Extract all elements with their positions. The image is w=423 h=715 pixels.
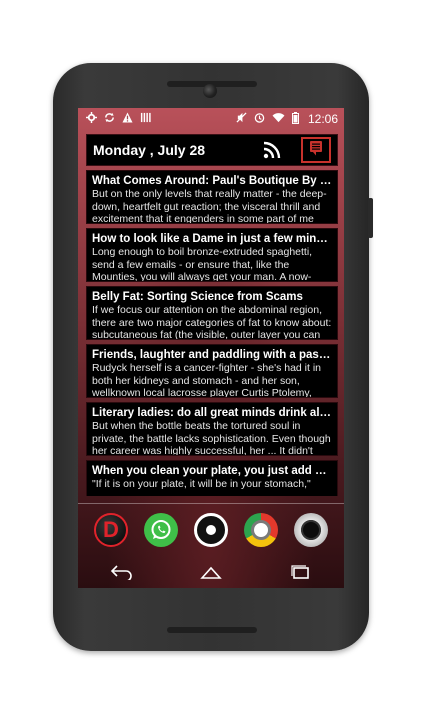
camera-icon[interactable] bbox=[294, 513, 328, 547]
news-item-body: If we focus our attention on the abdomin… bbox=[92, 304, 332, 340]
wifi-icon bbox=[272, 112, 285, 126]
dock-divider bbox=[78, 503, 344, 504]
news-item-body: But when the bottle beats the tortured s… bbox=[92, 420, 331, 456]
news-item-title: Literary ladies: do all great minds drin… bbox=[92, 407, 332, 419]
news-item-body: Long enough to boil bronze-extruded spag… bbox=[92, 246, 313, 282]
d-app-icon[interactable]: D bbox=[94, 513, 128, 547]
camera-lens bbox=[301, 520, 321, 540]
list-menu-button[interactable] bbox=[301, 137, 331, 163]
news-item-title: How to look like a Dame in just a few mi… bbox=[92, 233, 332, 245]
news-item[interactable]: What Comes Around: Paul's Boutique By Th… bbox=[86, 170, 338, 224]
news-item-title: Belly Fat: Sorting Science from Scams bbox=[92, 291, 303, 303]
rss-icon[interactable] bbox=[261, 139, 283, 161]
news-item-body: "If it is on your plate, it will be in y… bbox=[92, 478, 311, 490]
status-left-icons bbox=[86, 112, 151, 126]
news-item-body: But on the only levels that really matte… bbox=[92, 188, 327, 224]
status-bar: 12:06 bbox=[78, 108, 344, 130]
nav-bar bbox=[78, 556, 344, 588]
screen: 12:06 Monday , July 28 What Comes Around… bbox=[78, 108, 344, 588]
sync-icon bbox=[104, 112, 115, 126]
news-item-body: Rudyck herself is a cancer-fighter - she… bbox=[92, 362, 322, 398]
power-button bbox=[368, 198, 373, 238]
news-item-title: When you clean your plate, you just add … bbox=[92, 465, 332, 477]
news-item-title: Friends, laughter and paddling with a pa… bbox=[92, 349, 332, 361]
back-icon[interactable] bbox=[107, 561, 137, 583]
battery-icon bbox=[291, 111, 299, 127]
news-item[interactable]: Belly Fat: Sorting Science from Scams If… bbox=[86, 286, 338, 340]
news-item[interactable]: Literary ladies: do all great minds drin… bbox=[86, 402, 338, 456]
clock: 12:06 bbox=[307, 112, 338, 126]
record-dot-icon[interactable] bbox=[194, 513, 228, 547]
phone-frame: 12:06 Monday , July 28 What Comes Around… bbox=[53, 63, 373, 651]
widget-header: Monday , July 28 bbox=[86, 134, 338, 166]
chrome-center bbox=[251, 520, 271, 540]
app-dock: D bbox=[78, 510, 344, 550]
home-icon[interactable] bbox=[196, 561, 226, 583]
mute-icon bbox=[236, 112, 247, 126]
alarm-icon bbox=[254, 112, 265, 126]
whatsapp-icon[interactable] bbox=[144, 513, 178, 547]
news-item[interactable]: When you clean your plate, you just add … bbox=[86, 460, 338, 496]
storage-icon bbox=[140, 112, 151, 126]
news-item-title: What Comes Around: Paul's Boutique By Th… bbox=[92, 175, 332, 187]
news-item[interactable]: How to look like a Dame in just a few mi… bbox=[86, 228, 338, 282]
warning-icon bbox=[122, 112, 133, 126]
record-dot-center bbox=[206, 525, 216, 535]
chrome-icon[interactable] bbox=[244, 513, 278, 547]
d-app-glyph: D bbox=[103, 517, 119, 542]
settings-gear-icon bbox=[86, 112, 97, 126]
recents-icon[interactable] bbox=[285, 561, 315, 583]
bottom-speaker bbox=[167, 627, 257, 633]
news-item[interactable]: Friends, laughter and paddling with a pa… bbox=[86, 344, 338, 398]
front-camera bbox=[203, 84, 217, 98]
list-menu-icon bbox=[309, 140, 323, 161]
news-feed[interactable]: What Comes Around: Paul's Boutique By Th… bbox=[86, 170, 338, 496]
status-right-icons: 12:06 bbox=[236, 111, 338, 127]
date-label: Monday , July 28 bbox=[93, 142, 206, 158]
